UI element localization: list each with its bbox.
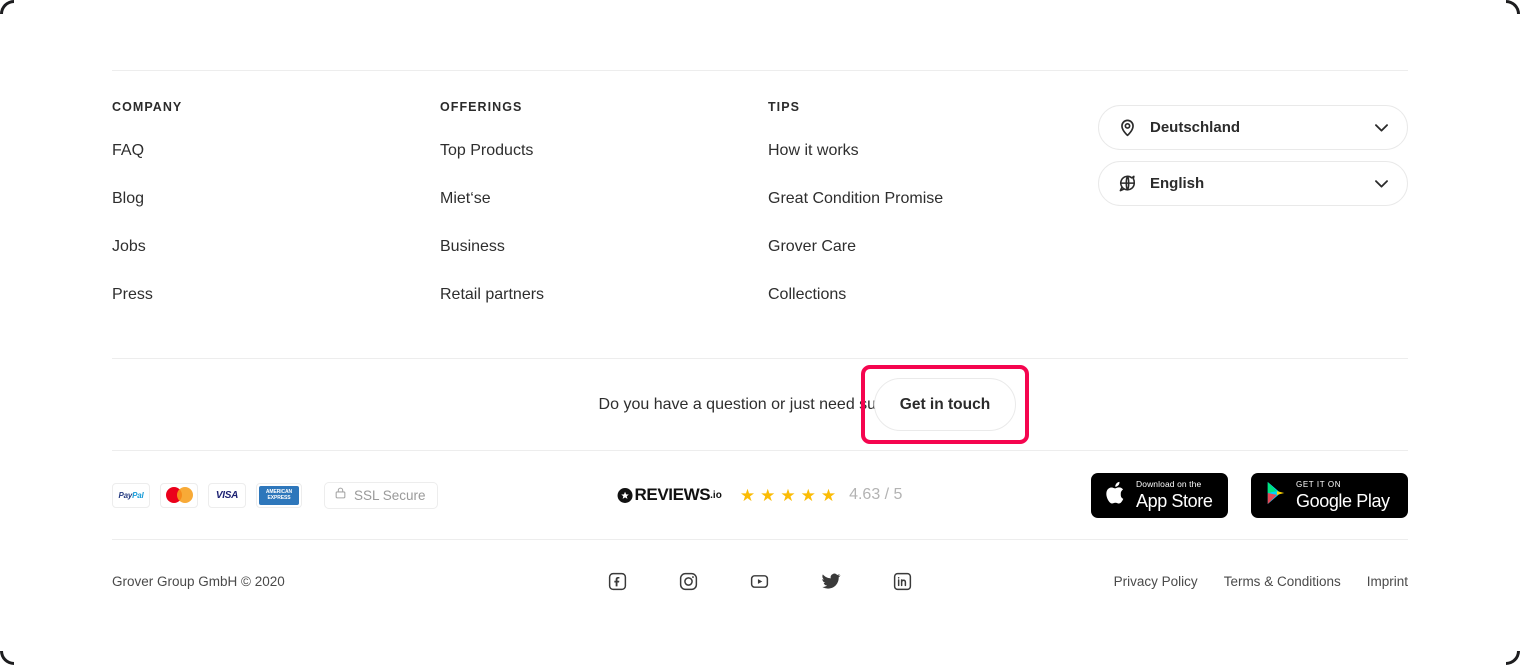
star-icon: ★: [820, 485, 837, 505]
footer-link-blog[interactable]: Blog: [112, 191, 440, 207]
window-corner-bottom-right: [1506, 651, 1520, 665]
trust-badges-row: PayPal VISA AMERICAN EXPRESS SSL Secure …: [112, 451, 1408, 539]
app-store-badges: Download on the App Store GET IT ON Goog…: [1091, 472, 1408, 518]
footer-bottom-bar: Grover Group GmbH © 2020 Privacy Policy …: [112, 540, 1408, 622]
location-pin-icon: [1118, 118, 1137, 137]
star-icon: ★: [800, 485, 816, 505]
footer-link-grover-care[interactable]: Grover Care: [768, 239, 1098, 255]
reviews-io-suffix: .io: [710, 489, 722, 501]
footer-link-faq[interactable]: FAQ: [112, 143, 440, 159]
rating-stars: ★ ★ ★ ★ ★: [740, 487, 836, 504]
paypal-logo: PayPal: [112, 482, 150, 508]
footer-column-company: COMPANY FAQ Blog Jobs Press: [112, 100, 440, 303]
get-in-touch-button[interactable]: Get in touch: [874, 378, 1016, 431]
country-selector-value: Deutschland: [1150, 119, 1241, 136]
american-express-logo: AMERICAN EXPRESS: [256, 482, 302, 508]
country-selector[interactable]: Deutschland: [1098, 105, 1408, 150]
linkedin-icon[interactable]: [892, 571, 913, 592]
apple-icon: [1105, 480, 1127, 511]
imprint-link[interactable]: Imprint: [1367, 574, 1408, 589]
column-heading-offerings: OFFERINGS: [440, 100, 523, 114]
support-cta-row: Do you have a question or just need supp…: [112, 359, 1408, 450]
instagram-icon[interactable]: [678, 571, 699, 592]
google-play-badge-top: GET IT ON: [1296, 479, 1342, 489]
footer-link-columns: COMPANY FAQ Blog Jobs Press OFFERINGS To…: [112, 71, 1408, 303]
footer-column-tips: TIPS How it works Great Condition Promis…: [768, 100, 1098, 303]
copyright-text: Grover Group GmbH © 2020: [112, 573, 285, 589]
app-store-badge-bottom: App Store: [1136, 490, 1213, 511]
lock-icon: [334, 486, 347, 505]
language-selector[interactable]: English: [1098, 161, 1408, 206]
footer-link-retail-partners[interactable]: Retail partners: [440, 287, 768, 303]
twitter-icon[interactable]: [820, 571, 842, 592]
column-heading-company: COMPANY: [112, 100, 183, 114]
footer-link-business[interactable]: Business: [440, 239, 768, 255]
column-heading-tips: TIPS: [768, 100, 800, 114]
chevron-down-icon: [1372, 174, 1391, 193]
get-in-touch-highlight-box: Get in touch: [861, 365, 1029, 444]
footer-page: COMPANY FAQ Blog Jobs Press OFFERINGS To…: [0, 0, 1520, 665]
footer-column-offerings: OFFERINGS Top Products Miet‘se Business …: [440, 100, 768, 303]
google-play-badge[interactable]: GET IT ON Google Play: [1251, 472, 1408, 518]
star-icon: ★: [739, 485, 756, 505]
reviews-io-logo: REVIEWS .io: [617, 485, 722, 505]
privacy-policy-link[interactable]: Privacy Policy: [1114, 574, 1198, 589]
terms-conditions-link[interactable]: Terms & Conditions: [1224, 574, 1341, 589]
youtube-icon[interactable]: [749, 571, 770, 592]
google-play-badge-bottom: Google Play: [1296, 490, 1390, 511]
rating-score: 4.63 / 5: [849, 486, 903, 503]
footer-link-top-products[interactable]: Top Products: [440, 143, 768, 159]
star-icon: ★: [760, 485, 776, 505]
payment-methods: PayPal VISA AMERICAN EXPRESS SSL Secure: [112, 481, 438, 509]
window-corner-bottom-left: [0, 651, 14, 665]
social-links: [607, 571, 913, 592]
footer-link-press[interactable]: Press: [112, 287, 440, 303]
star-badge-icon: [617, 487, 633, 503]
globe-icon: [1118, 174, 1137, 193]
reviews-io-brand: REVIEWS: [634, 485, 711, 504]
reviews-io-rating: REVIEWS .io ★ ★ ★ ★ ★ 4.63 / 5: [617, 485, 903, 505]
footer-link-great-condition-promise[interactable]: Great Condition Promise: [768, 191, 1098, 207]
footer-link-how-it-works[interactable]: How it works: [768, 143, 1098, 159]
star-icon: ★: [780, 485, 796, 505]
chevron-down-icon: [1372, 118, 1391, 137]
ssl-secure-badge: SSL Secure: [324, 481, 438, 509]
app-store-badge[interactable]: Download on the App Store: [1091, 472, 1228, 518]
locale-selectors: Deutschland English: [1098, 100, 1408, 303]
footer-link-collections[interactable]: Collections: [768, 287, 1098, 303]
legal-links: Privacy Policy Terms & Conditions Imprin…: [1114, 574, 1408, 589]
footer-link-mietse[interactable]: Miet‘se: [440, 191, 768, 207]
facebook-icon[interactable]: [607, 571, 628, 592]
visa-logo: VISA: [208, 482, 246, 508]
language-selector-value: English: [1150, 175, 1205, 192]
footer-link-jobs[interactable]: Jobs: [112, 239, 440, 255]
window-corner-top-left: [0, 0, 14, 14]
mastercard-logo: [160, 482, 198, 508]
google-play-triangle-icon: [1265, 481, 1287, 510]
app-store-badge-top: Download on the: [1136, 479, 1202, 490]
ssl-secure-label: SSL Secure: [354, 487, 426, 503]
window-corner-top-right: [1506, 0, 1520, 14]
